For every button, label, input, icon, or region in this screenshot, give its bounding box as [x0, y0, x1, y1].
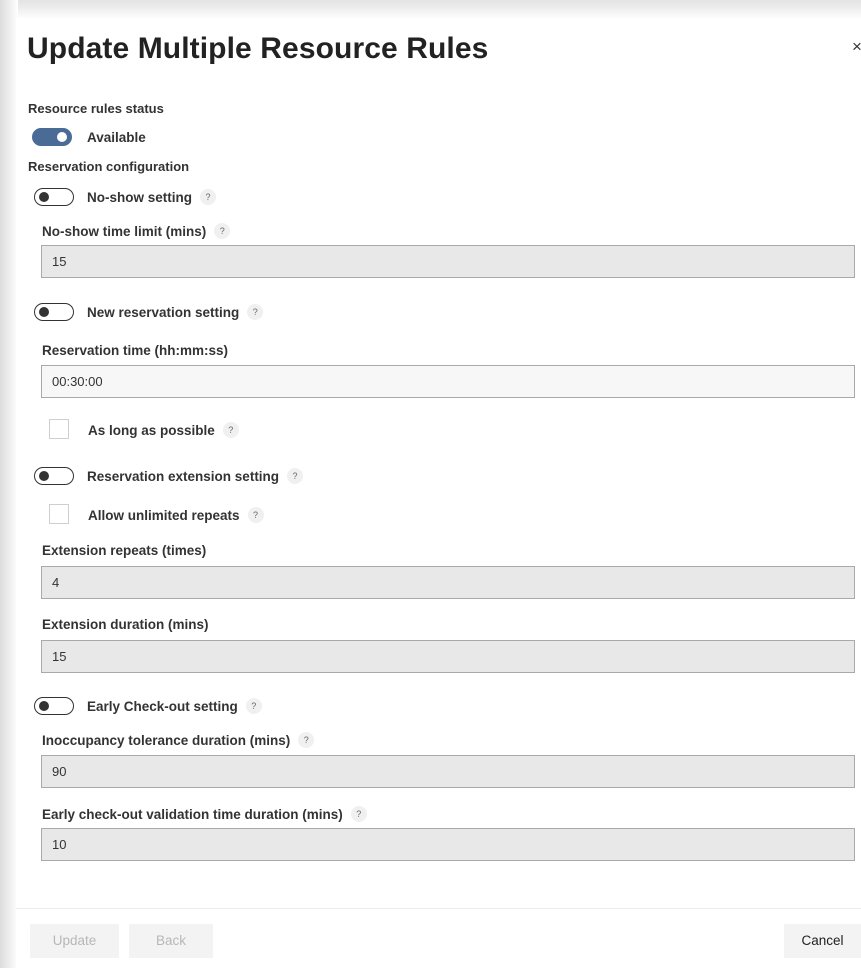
early-checkout-toggle-label: Early Check-out setting ? — [87, 697, 262, 715]
close-icon[interactable]: × — [852, 38, 861, 55]
help-icon[interactable]: ? — [298, 732, 315, 748]
noshow-label-text: No-show setting — [87, 189, 192, 205]
footer-divider — [16, 908, 861, 909]
extension-toggle[interactable] — [34, 467, 74, 485]
new-reservation-toggle-label: New reservation setting ? — [87, 303, 264, 321]
inoccupancy-tolerance-field[interactable]: 90 — [41, 755, 855, 788]
update-rules-panel: Update Multiple Resource Rules × Resourc… — [16, 18, 861, 968]
early-checkout-label-text: Early Check-out setting — [87, 698, 238, 714]
extension-repeats-field[interactable]: 4 — [41, 566, 855, 599]
early-checkout-validation-text: Early check-out validation time duration… — [42, 806, 343, 822]
help-icon[interactable]: ? — [214, 223, 231, 239]
inoccupancy-tolerance-label: Inoccupancy tolerance duration (mins) ? — [42, 731, 315, 749]
noshow-time-limit-text: No-show time limit (mins) — [42, 223, 207, 239]
new-reservation-toggle[interactable] — [34, 303, 74, 321]
as-long-as-possible-label: As long as possible ? — [88, 421, 239, 439]
noshow-toggle[interactable] — [34, 188, 74, 206]
early-checkout-validation-label: Early check-out validation time duration… — [42, 805, 367, 823]
status-toggle[interactable] — [32, 128, 72, 146]
allow-unlimited-repeats-text: Allow unlimited repeats — [88, 507, 240, 523]
toggle-knob — [57, 131, 67, 142]
help-icon[interactable]: ? — [247, 507, 264, 523]
new-reservation-label-text: New reservation setting — [87, 304, 240, 320]
status-heading: Resource rules status — [28, 101, 164, 116]
as-long-as-possible-checkbox[interactable] — [49, 419, 69, 439]
help-icon[interactable]: ? — [287, 468, 304, 484]
reservation-time-field[interactable]: 00:30:00 — [41, 365, 855, 398]
as-long-as-possible-text: As long as possible — [88, 422, 215, 438]
inoccupancy-tolerance-text: Inoccupancy tolerance duration (mins) — [42, 732, 291, 748]
noshow-time-limit-label: No-show time limit (mins) ? — [42, 222, 231, 240]
reservation-config-heading: Reservation configuration — [28, 159, 190, 174]
extension-duration-field[interactable]: 15 — [41, 640, 855, 673]
update-button[interactable]: Update — [30, 924, 119, 958]
reservation-time-label: Reservation time (hh:mm:ss) — [42, 342, 229, 358]
help-icon[interactable]: ? — [200, 189, 216, 205]
back-button[interactable]: Back — [129, 924, 213, 958]
extension-label-text: Reservation extension setting — [87, 468, 280, 484]
status-toggle-label: Available — [87, 129, 146, 145]
help-icon[interactable]: ? — [222, 422, 239, 438]
window-shadow-top — [0, 0, 861, 20]
early-checkout-toggle[interactable] — [34, 697, 74, 715]
allow-unlimited-repeats-label: Allow unlimited repeats ? — [88, 506, 264, 524]
help-icon[interactable]: ? — [350, 806, 367, 822]
toggle-knob — [39, 470, 49, 481]
help-icon[interactable]: ? — [245, 698, 262, 714]
dialog-title: Update Multiple Resource Rules — [27, 32, 489, 65]
cancel-button[interactable]: Cancel — [784, 924, 861, 958]
noshow-time-limit-field[interactable]: 15 — [41, 245, 855, 278]
toggle-knob — [39, 306, 49, 317]
toggle-knob — [39, 191, 49, 202]
allow-unlimited-repeats-checkbox[interactable] — [49, 504, 69, 524]
extension-duration-label: Extension duration (mins) — [42, 616, 209, 632]
early-checkout-validation-field[interactable]: 10 — [41, 828, 855, 861]
toggle-knob — [39, 700, 49, 711]
extension-toggle-label: Reservation extension setting ? — [87, 467, 304, 485]
dialog-frame: Update Multiple Resource Rules × Resourc… — [0, 0, 861, 968]
noshow-toggle-label: No-show setting ? — [87, 188, 216, 206]
help-icon[interactable]: ? — [247, 304, 264, 320]
extension-repeats-label: Extension repeats (times) — [42, 542, 207, 558]
